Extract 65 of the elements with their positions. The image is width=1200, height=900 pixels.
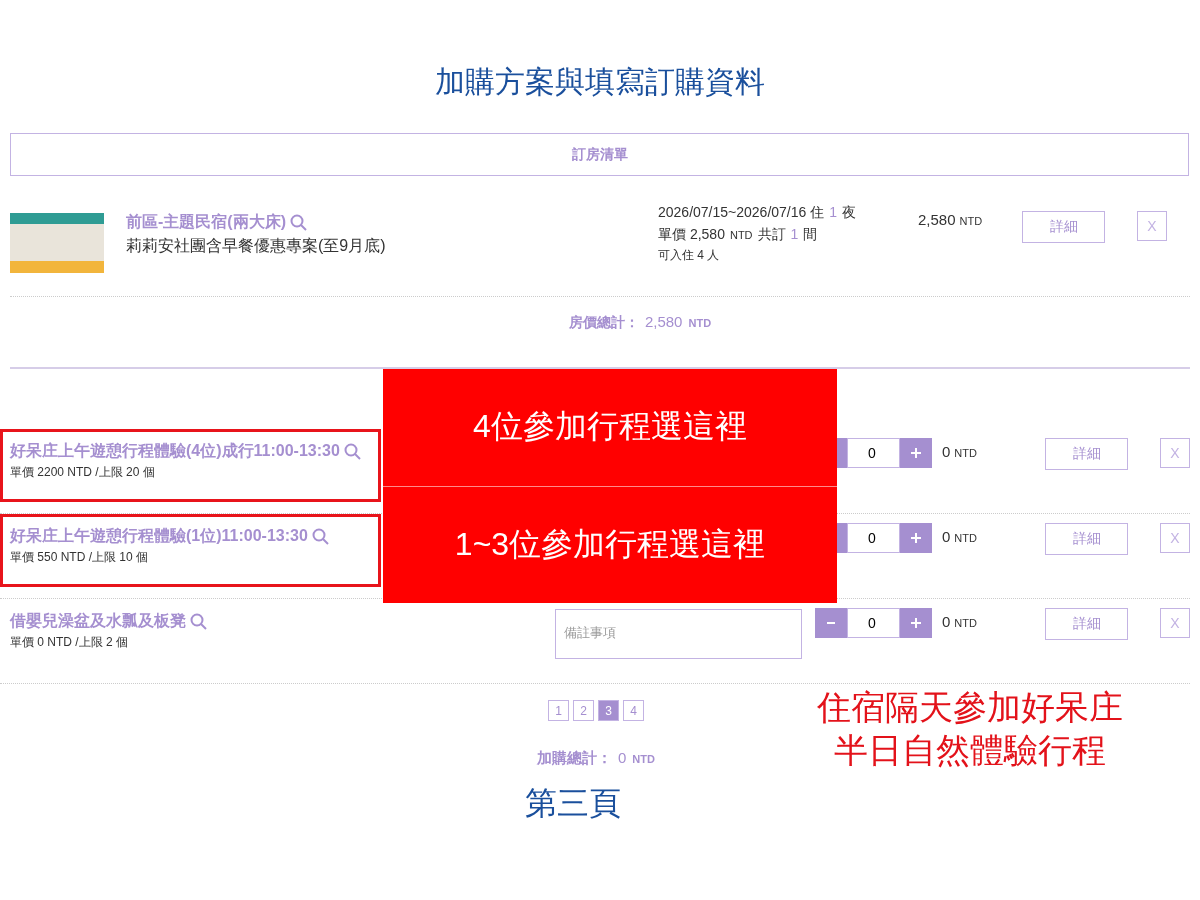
price-value: 0: [942, 613, 951, 630]
price-value: 0: [942, 528, 951, 545]
room-name[interactable]: 前區-主題民宿(兩大床): [126, 211, 286, 233]
note-field[interactable]: 備註事項: [555, 609, 802, 659]
capacity-text: 可入住 4 人: [658, 247, 721, 264]
page-button[interactable]: 3: [598, 700, 619, 721]
section-header: 訂房清單: [10, 133, 1189, 176]
detail-button[interactable]: 詳細: [1045, 608, 1128, 640]
callout-text: 1~3位參加行程選這裡: [454, 524, 766, 564]
stay-info-text: 共訂: [757, 225, 786, 244]
search-icon[interactable]: [290, 213, 307, 231]
quantity-field[interactable]: 0: [847, 438, 900, 468]
plus-icon: [911, 618, 921, 628]
detail-button[interactable]: 詳細: [1045, 523, 1128, 555]
addon-name[interactable]: 好呆庄上午遊憩行程體驗(1位)11:00-13:30: [10, 525, 308, 547]
total-value: 0: [618, 749, 627, 766]
remove-button[interactable]: X: [1160, 438, 1190, 468]
stay-info-text: 2026/07/15~2026/07/16 住: [658, 203, 825, 222]
currency-unit: NTD: [954, 617, 977, 629]
total-label: 加購總計：: [537, 749, 612, 768]
quantity-field[interactable]: 0: [847, 523, 900, 553]
addon-meta-text: 單價 550 NTD /上限 10 個: [10, 549, 150, 566]
stay-info-text: NTD: [729, 228, 753, 243]
annotation-text: 半日自然體驗行程: [834, 730, 1106, 771]
search-icon[interactable]: [190, 612, 207, 630]
count-value: 1: [829, 203, 837, 222]
page-button[interactable]: 1: [548, 700, 569, 721]
page-button[interactable]: 2: [573, 700, 594, 721]
addon-name[interactable]: 好呆庄上午遊憩行程體驗(4位)成行11:00-13:30: [10, 440, 340, 462]
price-value: 2,580: [918, 211, 956, 228]
currency-unit: NTD: [954, 532, 977, 544]
page-note-text: 第三頁: [525, 784, 621, 823]
currency-unit: NTD: [954, 447, 977, 459]
stay-info-text: 單價 2,580: [658, 225, 725, 244]
addon-meta-text: 單價 2200 NTD /上限 20 個: [10, 464, 156, 481]
remove-button[interactable]: X: [1160, 523, 1190, 553]
total-label: 房價總計：: [568, 314, 639, 332]
addon-name[interactable]: 借嬰兒澡盆及水瓢及板凳: [10, 610, 186, 632]
detail-button[interactable]: 詳細: [1022, 211, 1105, 243]
remove-button[interactable]: X: [1137, 211, 1167, 241]
total-value: 2,580: [644, 313, 683, 330]
plan-name: 莉莉安社團含早餐優惠專案(至9月底): [126, 236, 387, 256]
minus-icon: [827, 622, 835, 624]
currency-unit: NTD: [959, 215, 983, 227]
stay-info-text: 夜: [842, 203, 856, 222]
detail-button[interactable]: 詳細: [1045, 438, 1128, 470]
count-value: 1: [790, 225, 799, 244]
page-title: 加購方案與填寫訂購資料: [434, 64, 766, 100]
plus-button[interactable]: [900, 608, 932, 638]
plus-button[interactable]: [900, 523, 932, 553]
search-icon[interactable]: [311, 527, 329, 545]
addon-meta-text: 單價 0 NTD /上限 2 個: [10, 634, 129, 651]
currency-unit: NTD: [632, 753, 655, 765]
search-icon[interactable]: [343, 442, 361, 460]
price-value: 0: [942, 443, 951, 460]
callout-text: 4位參加行程選這裡: [473, 407, 747, 447]
quantity-field[interactable]: 0: [847, 608, 900, 638]
plus-icon: [911, 533, 921, 543]
remove-button[interactable]: X: [1160, 608, 1190, 638]
page-button[interactable]: 4: [623, 700, 644, 721]
currency-unit: NTD: [688, 317, 712, 329]
plus-button[interactable]: [900, 438, 932, 468]
stay-info-text: 間: [803, 225, 818, 244]
annotation-text: 住宿隔天參加好呆庄: [817, 687, 1123, 728]
plus-icon: [911, 448, 921, 458]
